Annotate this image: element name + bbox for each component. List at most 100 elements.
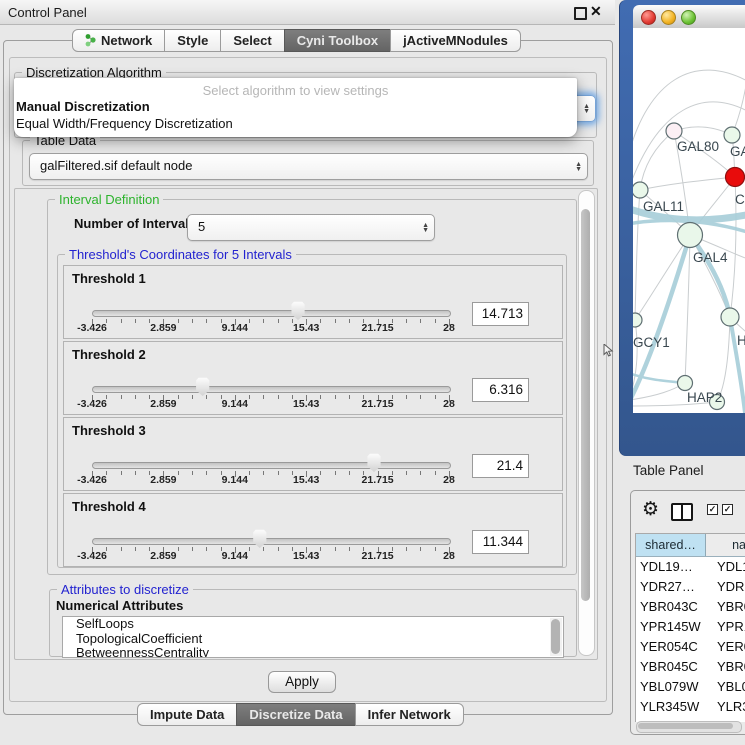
numerical-attributes-list[interactable]: SelfLoopsTopologicalCoefficientBetweenne… <box>62 616 564 658</box>
slider-track[interactable] <box>92 462 451 469</box>
close-icon[interactable]: ✕ <box>590 3 602 19</box>
node-hap2[interactable] <box>678 376 693 391</box>
algorithm-hint: Select algorithm to view settings <box>14 83 577 98</box>
minimize-traffic-light[interactable] <box>661 10 676 25</box>
slider-track[interactable] <box>92 310 451 317</box>
number-of-intervals-label: Number of Intervals <box>74 216 196 231</box>
float-window-icon[interactable] <box>574 7 587 20</box>
table-row[interactable]: YBL079WYBL0 <box>636 677 745 697</box>
tab-impute-data[interactable]: Impute Data <box>137 703 237 726</box>
scrollbar-thumb[interactable] <box>581 209 590 601</box>
table-hscrollbar[interactable] <box>636 721 742 733</box>
group-title: Threshold's Coordinates for 5 Intervals <box>65 247 296 262</box>
table-data-value: galFiltered.sif default node <box>40 158 192 173</box>
network-window-titlebar[interactable] <box>633 5 745 29</box>
threshold-value-field[interactable]: 11.344 <box>472 530 529 554</box>
zoom-traffic-light[interactable] <box>681 10 696 25</box>
stepper-icon: ▲▼ <box>422 223 429 233</box>
number-of-intervals-combo[interactable]: 5 ▲▼ <box>187 214 435 241</box>
cell-name[interactable]: YPR1 <box>712 617 745 637</box>
tick-mark <box>335 395 336 399</box>
tab-infer-network[interactable]: Infer Network <box>355 703 464 726</box>
tab-cyni-toolbox[interactable]: Cyni Toolbox <box>284 29 391 52</box>
cell-shared-name[interactable]: YBR043C <box>636 597 712 617</box>
tick-label: 2.859 <box>150 322 176 334</box>
number-of-intervals-value: 5 <box>198 219 205 234</box>
cell-shared-name[interactable]: YBL079W <box>636 677 712 697</box>
tick-mark <box>406 395 407 399</box>
tick-mark <box>135 395 136 399</box>
tab-style[interactable]: Style <box>164 29 221 52</box>
table-row[interactable]: YBR045CYBR0 <box>636 657 745 677</box>
cell-shared-name[interactable]: YDR27… <box>636 577 712 597</box>
tick-mark <box>249 395 250 399</box>
split-columns-icon[interactable] <box>671 503 693 521</box>
checkbox-icon[interactable]: ✓ <box>707 504 718 515</box>
cell-name[interactable]: YDL1 <box>712 557 745 577</box>
table-row[interactable]: YBR043CYBR0 <box>636 597 745 617</box>
tick-label: 21.715 <box>362 550 394 562</box>
tab-select[interactable]: Select <box>220 29 284 52</box>
attribute-list-item[interactable]: SelfLoops <box>63 617 563 632</box>
table-data-combo[interactable]: galFiltered.sif default node ▲▼ <box>29 153 588 180</box>
network-canvas[interactable]: GAL80 GA GAL11 C GAL4 GCY1 H HAP2 <box>633 28 745 413</box>
tick-mark <box>206 319 207 323</box>
threshold-value-field[interactable]: 21.4 <box>472 454 529 478</box>
list-scrollbar[interactable] <box>550 618 562 656</box>
algorithm-option-equal-width[interactable]: Equal Width/Frequency Discretization <box>16 116 233 131</box>
node-gcy1[interactable] <box>633 313 642 327</box>
numerical-attributes-label: Numerical Attributes <box>56 598 183 613</box>
thresholds-group: Threshold's Coordinates for 5 Intervals … <box>57 254 567 568</box>
gear-icon[interactable]: ⚙ <box>642 498 659 520</box>
node-selected-red[interactable] <box>726 168 745 187</box>
cell-shared-name[interactable]: YDL19… <box>636 557 712 577</box>
tab-discretize-data[interactable]: Discretize Data <box>236 703 355 726</box>
attribute-list-item[interactable]: BetweennessCentrality <box>63 646 563 658</box>
attribute-list-item[interactable]: TopologicalCoefficient <box>63 632 563 647</box>
node-gal80[interactable] <box>666 123 682 139</box>
slider-thumb[interactable] <box>291 301 306 320</box>
table-row[interactable]: YER054CYER0 <box>636 637 745 657</box>
tick-mark <box>435 395 436 399</box>
node-gal11[interactable] <box>633 182 648 198</box>
node-right[interactable] <box>721 308 739 326</box>
slider-thumb[interactable] <box>195 377 210 396</box>
close-traffic-light[interactable] <box>641 10 656 25</box>
scrollbar-thumb[interactable] <box>638 723 733 729</box>
algorithm-option-manual[interactable]: Manual Discretization <box>16 99 150 114</box>
node-top-right[interactable] <box>724 127 740 143</box>
cell-shared-name[interactable]: YER054C <box>636 637 712 657</box>
tab-network[interactable]: Network <box>72 29 165 52</box>
tab-jactivemnodules[interactable]: jActiveMNodules <box>390 29 521 52</box>
checkbox-icon[interactable]: ✓ <box>722 504 733 515</box>
threshold-value-field[interactable]: 14.713 <box>472 302 529 326</box>
cell-shared-name[interactable]: YPR145W <box>636 617 712 637</box>
cell-name[interactable]: YER0 <box>712 637 745 657</box>
cell-shared-name[interactable]: YBR045C <box>636 657 712 677</box>
table-row[interactable]: YLR345WYLR3 <box>636 697 745 717</box>
cell-name[interactable]: YDR2 <box>712 577 745 597</box>
node-gal4[interactable] <box>678 223 703 248</box>
tick-mark <box>278 471 279 475</box>
column-header-name[interactable]: na <box>706 534 745 556</box>
column-header-shared[interactable]: shared… <box>636 534 706 556</box>
slider-track[interactable] <box>92 386 451 393</box>
table-row[interactable]: YDL19…YDL1 <box>636 557 745 577</box>
slider-thumb[interactable] <box>367 453 382 472</box>
apply-button[interactable]: Apply <box>268 671 336 693</box>
cell-shared-name[interactable]: YLR345W <box>636 697 712 717</box>
tab-label: Impute Data <box>150 707 224 722</box>
slider-track[interactable] <box>92 538 451 545</box>
threshold-value-field[interactable]: 6.316 <box>472 378 529 402</box>
slider-thumb[interactable] <box>252 529 267 548</box>
tick-mark <box>192 547 193 551</box>
section-scrollbar[interactable] <box>578 190 595 656</box>
cell-name[interactable]: YBR0 <box>712 657 745 677</box>
tick-mark <box>121 319 122 323</box>
cell-name[interactable]: YBR0 <box>712 597 745 617</box>
table-row[interactable]: YDR27…YDR2 <box>636 577 745 597</box>
threshold-label: Threshold 4 <box>72 499 146 514</box>
cell-name[interactable]: YLR3 <box>712 697 745 717</box>
cell-name[interactable]: YBL0 <box>712 677 745 697</box>
table-row[interactable]: YPR145WYPR1 <box>636 617 745 637</box>
